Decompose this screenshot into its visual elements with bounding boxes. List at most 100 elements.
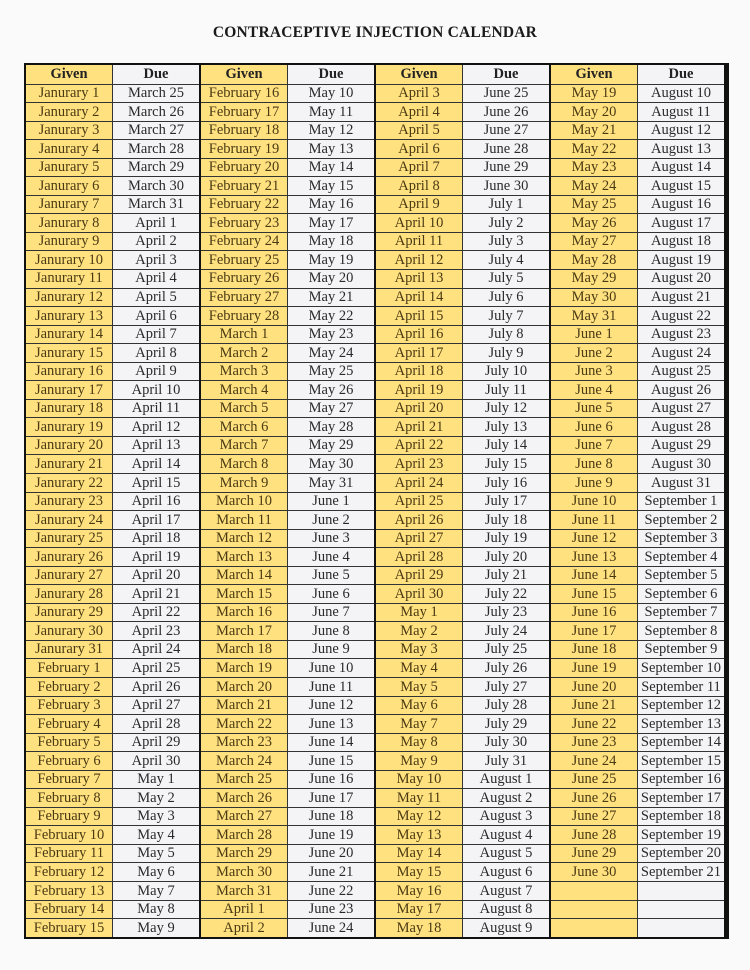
given-date-cell: June 23 — [551, 733, 637, 752]
table-row: May 14 August 5 — [376, 844, 549, 863]
given-date-cell: April 8 — [376, 177, 462, 195]
due-date-cell: September 1 — [638, 492, 724, 511]
due-date-cell: September 20 — [638, 844, 724, 863]
given-date-cell: Janurary 10 — [26, 251, 112, 269]
table-row: April 11 July 3 — [376, 232, 549, 251]
given-date-cell: March 4 — [201, 381, 287, 399]
due-date-cell: May 24 — [288, 344, 374, 362]
due-date-cell: August 11 — [638, 103, 724, 121]
given-date-cell: March 29 — [201, 844, 287, 863]
table-row: Janurary 9 April 2 — [26, 232, 199, 251]
due-date-cell: May 19 — [288, 251, 374, 269]
table-row: February 15 May 9 — [26, 919, 199, 937]
header-row: Given Due — [551, 65, 724, 84]
table-row: Janurary 18 April 11 — [26, 399, 199, 418]
table-row: May 17 August 8 — [376, 900, 549, 919]
table-row: April 29 July 21 — [376, 566, 549, 585]
given-header: Given — [26, 65, 112, 84]
due-date-cell: March 31 — [113, 195, 199, 214]
due-date-cell: July 26 — [463, 659, 549, 677]
due-date-cell: March 25 — [113, 84, 199, 103]
table-row: Janurary 8 April 1 — [26, 214, 199, 232]
due-date-cell: September 2 — [638, 511, 724, 529]
table-row: June 9 August 31 — [551, 473, 724, 492]
due-date-cell: August 15 — [638, 177, 724, 195]
table-row: May 4 July 26 — [376, 659, 549, 677]
due-date-cell: May 22 — [288, 307, 374, 325]
table-row: May 5 July 27 — [376, 678, 549, 696]
given-date-cell: Janurary 4 — [26, 140, 112, 158]
due-header: Due — [113, 65, 199, 84]
table-row: Janurary 14 April 7 — [26, 325, 199, 344]
given-date-cell: June 16 — [551, 603, 637, 622]
given-date-cell: April 14 — [376, 288, 462, 307]
table-row: May 27 August 18 — [551, 232, 724, 251]
given-date-cell: April 19 — [376, 381, 462, 399]
calendar-block-1: Given Due Janurary 1 March 25 Janurary 2 Marc… — [26, 65, 199, 937]
table-row: May 26 August 17 — [551, 214, 724, 232]
due-date-cell: June 7 — [288, 603, 374, 622]
given-date-cell: March 7 — [201, 436, 287, 455]
table-row: June 8 August 30 — [551, 455, 724, 473]
given-date-cell: Janurary 26 — [26, 548, 112, 566]
due-date-cell: April 25 — [113, 659, 199, 677]
table-row: May 29 August 20 — [551, 269, 724, 288]
due-date-cell: August 13 — [638, 140, 724, 158]
due-date-cell: April 17 — [113, 511, 199, 529]
given-date-cell: April 26 — [376, 511, 462, 529]
given-date-cell: June 25 — [551, 770, 637, 789]
due-date-cell: July 1 — [463, 195, 549, 214]
given-date-cell: May 10 — [376, 770, 462, 789]
due-date-cell: August 23 — [638, 325, 724, 344]
table-row: Janurary 1 March 25 — [26, 84, 199, 103]
table-row: March 7 May 29 — [201, 436, 374, 455]
given-date-cell: April 23 — [376, 455, 462, 473]
given-date-cell: February 19 — [201, 140, 287, 158]
table-row: February 4 April 28 — [26, 715, 199, 733]
due-date-cell: May 15 — [288, 177, 374, 195]
table-row: February 24 May 18 — [201, 232, 374, 251]
table-row: February 10 May 4 — [26, 826, 199, 844]
due-date-cell: August 3 — [463, 807, 549, 826]
given-date-cell: February 23 — [201, 214, 287, 232]
due-date-cell: May 25 — [288, 362, 374, 381]
due-date-cell: June 16 — [288, 770, 374, 789]
table-row: March 3 May 25 — [201, 362, 374, 381]
due-date-cell: June 17 — [288, 789, 374, 807]
table-row: February 18 May 12 — [201, 121, 374, 140]
table-row: March 21 June 12 — [201, 696, 374, 715]
given-date-cell: June 10 — [551, 492, 637, 511]
due-date-cell: May 12 — [288, 121, 374, 140]
given-date-cell: April 1 — [201, 900, 287, 919]
table-row: March 22 June 13 — [201, 715, 374, 733]
due-date-cell: September 13 — [638, 715, 724, 733]
due-date-cell: September 6 — [638, 585, 724, 603]
given-date-cell: May 28 — [551, 251, 637, 269]
given-date-cell: April 7 — [376, 158, 462, 177]
given-date-cell: Janurary 25 — [26, 529, 112, 548]
given-date-cell: June 30 — [551, 863, 637, 882]
due-date-cell: April 5 — [113, 288, 199, 307]
due-date-cell: August 26 — [638, 381, 724, 399]
due-date-cell: April 1 — [113, 214, 199, 232]
table-row: April 25 July 17 — [376, 492, 549, 511]
due-date-cell: May 10 — [288, 84, 374, 103]
due-date-cell: September 10 — [638, 659, 724, 677]
table-row: February 5 April 29 — [26, 733, 199, 752]
given-date-cell: May 30 — [551, 288, 637, 307]
given-date-cell: May 7 — [376, 715, 462, 733]
due-date-cell: July 6 — [463, 288, 549, 307]
table-row: April 6 June 28 — [376, 140, 549, 158]
given-date-cell: May 3 — [376, 640, 462, 659]
table-row: June 4 August 26 — [551, 381, 724, 399]
given-date-cell: June 27 — [551, 807, 637, 826]
given-date-cell: Janurary 19 — [26, 418, 112, 436]
table-row: March 25 June 16 — [201, 770, 374, 789]
due-date-cell: May 5 — [113, 844, 199, 863]
given-date-cell: March 13 — [201, 548, 287, 566]
table-row: April 9 July 1 — [376, 195, 549, 214]
table-row: June 5 August 27 — [551, 399, 724, 418]
due-date-cell: April 7 — [113, 325, 199, 344]
given-date-cell: April 20 — [376, 399, 462, 418]
table-row: June 26 September 17 — [551, 789, 724, 807]
